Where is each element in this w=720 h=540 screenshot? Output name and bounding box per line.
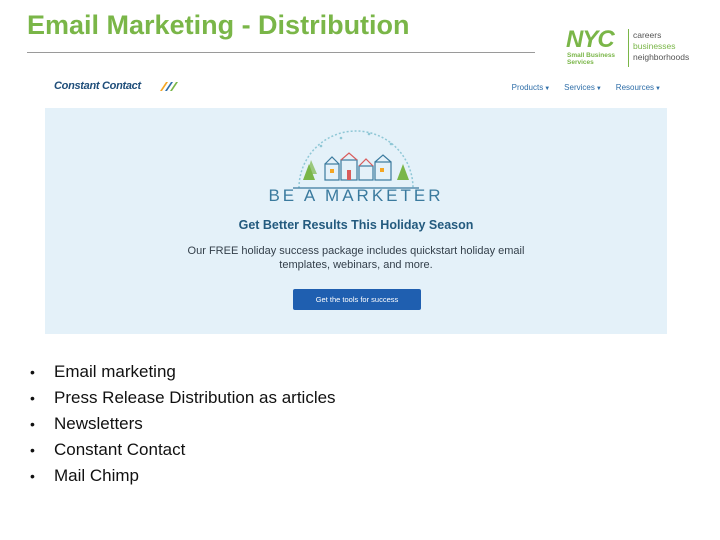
chevron-down-icon: ▼ [544,86,551,92]
constant-contact-logo-mark-icon [160,82,178,91]
nyc-logo-words: careers businesses neighborhoods [633,30,689,63]
title-divider [27,52,535,53]
bullet-icon: • [30,416,35,432]
constant-contact-screenshot: Constant Contact Products▼ Services▼ Res… [45,68,667,334]
bullet-icon: • [30,364,35,380]
nyc-word-neighborhoods: neighborhoods [633,52,690,62]
chevron-down-icon: ▼ [595,86,602,92]
hero-body-text: Our FREE holiday success package include… [187,245,525,271]
bullet-icon: • [30,468,35,484]
list-item: • Press Release Distribution as articles [30,388,336,407]
slide-title: Email Marketing - Distribution [27,10,410,40]
list-item: • Mail Chimp [30,466,140,485]
nyc-sbs-logo: NYC Small Business Services careers busi… [566,28,706,68]
bullet-list: • Email marketing • Press Release Distribu… [28,362,336,492]
list-item: • Constant Contact [30,440,186,459]
get-tools-button[interactable]: Get the tools for success [293,289,421,310]
list-item: • Newsletters [30,414,143,433]
hero-title: BE A MARKETER [268,186,444,205]
cc-nav-bar: Constant Contact Products▼ Services▼ Res… [45,68,667,108]
nyc-logo-mark: NYC [566,26,615,53]
nav-resources[interactable]: Resources▼ [616,83,661,92]
list-item: • Email marketing [30,362,176,381]
chevron-down-icon: ▼ [655,86,661,92]
bullet-icon: • [30,442,35,458]
nyc-word-businesses: businesses [633,41,676,51]
cc-nav-menu: Products▼ Services▼ Resources▼ [512,83,661,92]
nav-services[interactable]: Services▼ [564,83,602,92]
nyc-logo-divider [628,29,629,67]
hero-headline: Get Better Results This Holiday Season [238,218,474,232]
constant-contact-logo[interactable]: Constant Contact [54,80,141,92]
nyc-logo-subtitle: Small Business Services [567,52,616,66]
nav-products[interactable]: Products▼ [512,83,551,92]
nyc-word-careers: careers [633,30,662,40]
bullet-icon: • [30,390,35,406]
